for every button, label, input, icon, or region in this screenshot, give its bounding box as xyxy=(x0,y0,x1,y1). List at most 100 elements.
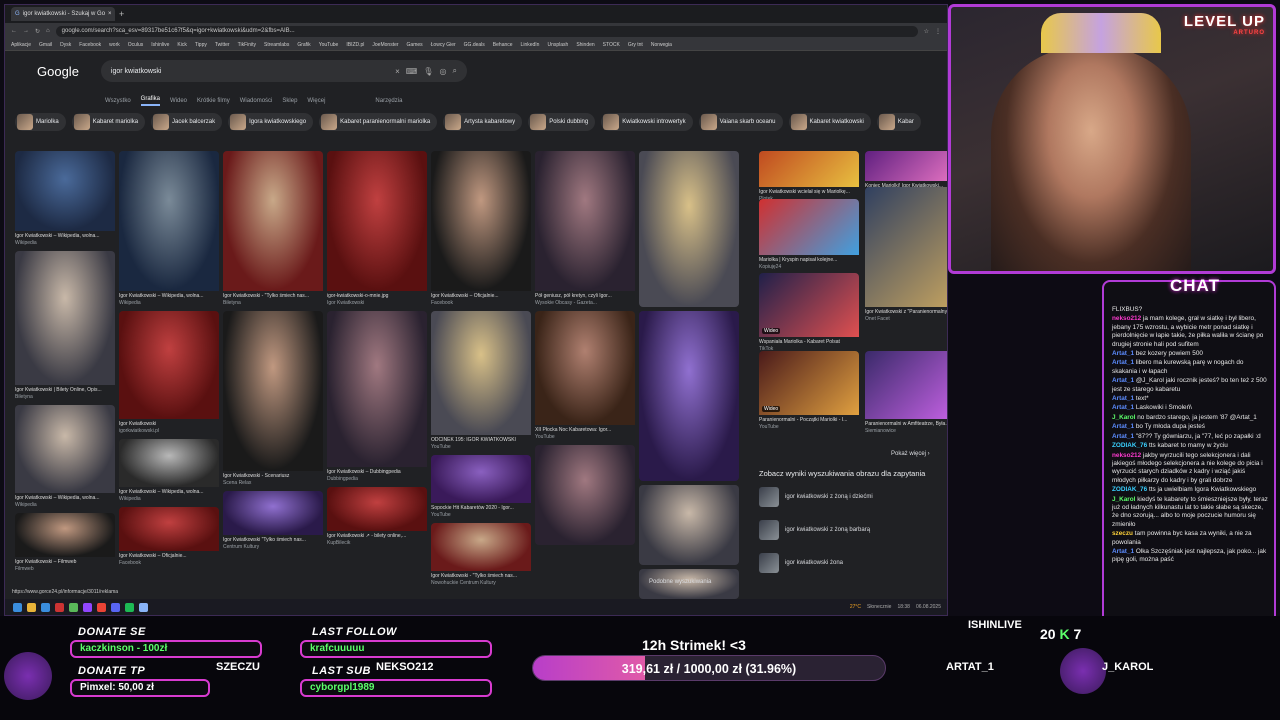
bookmark-item[interactable]: Łowcy Gier xyxy=(431,42,456,48)
chat-username[interactable]: Artat_1 xyxy=(1112,404,1134,411)
bookmark-item[interactable]: Grafik xyxy=(297,42,310,48)
related-chip[interactable]: Mariolka xyxy=(15,113,66,131)
new-tab-button[interactable]: + xyxy=(119,9,124,19)
image-result[interactable]: Pół geniusz, pół kretyn, czyli Igor... Wy… xyxy=(535,151,635,307)
search-box[interactable]: igor kwiatkowski × ⌨ 🎙 ◎ ⌕ xyxy=(100,60,467,82)
start-icon[interactable] xyxy=(13,602,22,612)
image-result[interactable]: Igor Kwiatkowski – Oficjalnie... Facebook xyxy=(431,151,531,307)
side-image-result[interactable]: Igor Kwiatkowski z "Paranienormalnych"..… xyxy=(865,187,947,323)
related-chip[interactable]: Artysta kabaretowy xyxy=(443,113,523,131)
bookmark-item[interactable]: LinkedIn xyxy=(521,42,540,48)
chat-username[interactable]: ZODIAK_76 xyxy=(1112,486,1147,493)
image-result[interactable] xyxy=(535,445,635,545)
keyboard-icon[interactable]: ⌨ xyxy=(406,67,418,76)
chat-username[interactable]: ZODIAK_76 xyxy=(1112,442,1147,449)
taskbar-app-icon[interactable] xyxy=(83,602,92,612)
chat-username[interactable]: Artat_1 xyxy=(1112,548,1134,555)
bookmark-item[interactable]: GG.deals xyxy=(464,42,485,48)
image-result[interactable]: Igor Kwiatkowski – Wikipedia, wolna... Wi… xyxy=(15,151,115,247)
bookmark-item[interactable]: Gry tnt xyxy=(628,42,643,48)
menu-icon[interactable]: ⋮ xyxy=(935,28,941,35)
bookmark-item[interactable]: Kick xyxy=(177,42,186,48)
chat-username[interactable]: szeczu xyxy=(1112,530,1133,537)
similar-searches-label[interactable]: Podobne wyszukiwania xyxy=(649,579,711,585)
taskbar-app-icon[interactable] xyxy=(125,602,134,612)
image-result[interactable]: XII Płocka Noc Kabaretowa: Igor... YouTub… xyxy=(535,311,635,441)
related-chip[interactable]: Kabaret paranienormalni mariolka xyxy=(319,113,438,131)
related-chip[interactable]: Kwiatkowski introwertyk xyxy=(601,113,693,131)
show-more-link[interactable]: Pokaż więcej › xyxy=(891,451,930,457)
chat-username[interactable]: nekso212 xyxy=(1112,315,1141,322)
bookmark-item[interactable]: Behance xyxy=(493,42,513,48)
bookmark-item[interactable]: Games xyxy=(407,42,423,48)
search-input[interactable]: igor kwiatkowski xyxy=(111,68,389,75)
chat-username[interactable]: nekso212 xyxy=(1112,452,1141,459)
chat-username[interactable]: Artat_1 xyxy=(1112,377,1134,384)
tools-button[interactable]: Narzędzia xyxy=(375,98,402,104)
side-image-result[interactable]: Igor Kwiatkowski wcielał się w Mariolkę.… xyxy=(759,151,859,203)
tab-wiadomości[interactable]: Wiadomości xyxy=(240,98,273,104)
browser-tab[interactable]: G igor kwiatkowski - Szukaj w Go × xyxy=(11,7,115,21)
related-chip[interactable]: Kabaret mariolka xyxy=(71,113,146,131)
tab-sklep[interactable]: Sklep xyxy=(282,98,297,104)
image-result[interactable] xyxy=(639,485,739,565)
bookmark-item[interactable]: Facebook xyxy=(79,42,101,48)
taskbar-app-icon[interactable] xyxy=(97,602,106,612)
image-result[interactable]: Igor Kwiatkowski – Filmweb Filmweb xyxy=(15,513,115,573)
related-search-suggestion[interactable]: igor kwiatkowski żona xyxy=(759,553,843,573)
image-result[interactable]: Igor Kwiatkowski – Oficjalnie... Facebook xyxy=(119,507,219,567)
bookmark-item[interactable]: IBIZD.pl xyxy=(346,42,364,48)
back-icon[interactable]: ← xyxy=(11,28,17,34)
close-tab-icon[interactable]: × xyxy=(108,11,112,17)
chat-username[interactable]: Artat_1 xyxy=(1112,350,1134,357)
taskbar-app-icon[interactable] xyxy=(55,602,64,612)
bookmark-item[interactable]: Dysk xyxy=(60,42,71,48)
image-result[interactable]: Igor Kwiatkowski - Scenariusz Scena Relax xyxy=(223,311,323,487)
taskbar-app-icon[interactable] xyxy=(69,602,78,612)
image-result[interactable]: Igor Kwiatkowski | Bilety Online, Opis..… xyxy=(15,251,115,401)
taskbar-app-icon[interactable] xyxy=(139,602,148,612)
side-image-result[interactable]: Paranienormalni w Amfiteatrze, Była... Si… xyxy=(865,351,947,435)
bookmark-item[interactable]: Streamlabs xyxy=(264,42,289,48)
related-chip[interactable]: Kabaret kwiatkowski xyxy=(788,113,871,131)
taskbar-app-icon[interactable] xyxy=(27,602,36,612)
image-result[interactable] xyxy=(639,311,739,481)
tab-krótkie-filmy[interactable]: Krótkie filmy xyxy=(197,98,230,104)
image-result[interactable]: Igor Kwiatkowski "Tylko śmiech nas... Cen… xyxy=(223,491,323,551)
taskbar-app-icon[interactable] xyxy=(41,602,50,612)
bookmark-item[interactable]: Aplikacje xyxy=(11,42,31,48)
bookmark-item[interactable]: Ishinlive xyxy=(151,42,169,48)
forward-icon[interactable]: → xyxy=(23,28,29,34)
image-result[interactable]: Igor Kwiatkowski - "Tylko śmiech nas... N… xyxy=(431,523,531,587)
bookmark-item[interactable]: YouTube xyxy=(319,42,339,48)
chat-username[interactable]: J_Karol xyxy=(1112,496,1135,503)
chat-username[interactable]: Artat_1 xyxy=(1112,433,1134,440)
tab-więcej[interactable]: Więcej xyxy=(307,98,325,104)
related-chip[interactable]: Polski dubbing xyxy=(528,113,596,131)
bookmark-item[interactable]: Tippy xyxy=(195,42,207,48)
chat-username[interactable]: Artat_1 xyxy=(1112,423,1134,430)
image-result[interactable]: Igor Kwiatkowski - "Tylko śmiech nas... B… xyxy=(223,151,323,307)
bookmark-item[interactable]: TikFinity xyxy=(238,42,256,48)
microphone-icon[interactable]: 🎙 xyxy=(423,67,433,76)
side-image-result[interactable]: Mariolka | Kryspin napisał kolejne... Kop… xyxy=(759,199,859,271)
image-result[interactable]: Igor Kwiatkowski – Dubbingpedia Dubbingpe… xyxy=(327,311,427,483)
image-result[interactable]: ODCINEK 195: IGOR KWIATKOWSKI YouTube xyxy=(431,311,531,451)
bookmark-item[interactable]: Oculus xyxy=(128,42,144,48)
tab-wszystko[interactable]: Wszystko xyxy=(105,98,131,104)
taskbar-app-icon[interactable] xyxy=(111,602,120,612)
reload-icon[interactable]: ↻ xyxy=(35,28,40,35)
bookmark-item[interactable]: Twitter xyxy=(215,42,230,48)
bookmark-item[interactable]: JoeMonster xyxy=(372,42,398,48)
related-chip[interactable]: Vaiana skarb oceanu xyxy=(698,113,783,131)
bookmark-item[interactable]: Unsplash xyxy=(547,42,568,48)
image-result[interactable] xyxy=(639,151,739,307)
bookmark-item[interactable]: work xyxy=(109,42,120,48)
tab-wideo[interactable]: Wideo xyxy=(170,98,187,104)
side-image-result[interactable]: Wspaniała Mariolka - Kabaret Polsat TikTo… xyxy=(759,273,859,353)
home-icon[interactable]: ⌂ xyxy=(46,28,50,34)
side-image-result[interactable]: Paranienormalni - Początki Mariolki - I.… xyxy=(759,351,859,431)
chat-username[interactable]: Artat_1 xyxy=(1112,395,1134,402)
image-result[interactable]: Igor Kwiatkowski – Wikipedia, wolna... Wi… xyxy=(119,439,219,503)
related-chip[interactable]: Igora kwiatkowskiego xyxy=(228,113,314,131)
